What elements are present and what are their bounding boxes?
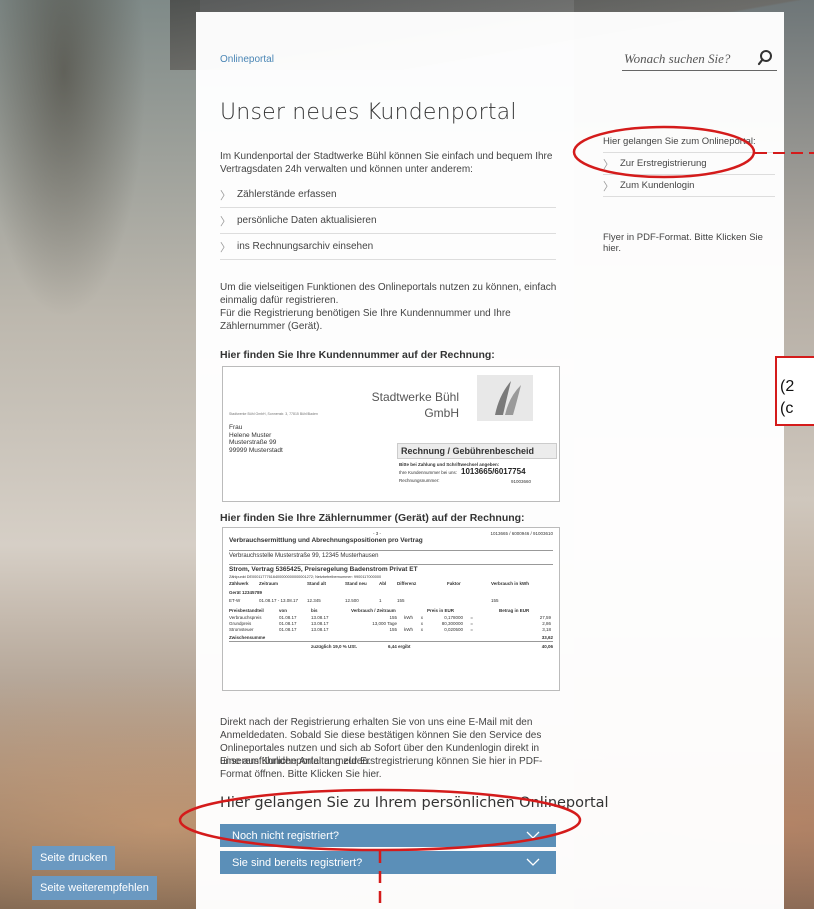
invoice-sample-meter-number: - 3 - 1013665 / 6000946 / 91003610 Verbr… bbox=[222, 527, 560, 691]
search-icon[interactable] bbox=[757, 49, 775, 67]
search-input[interactable] bbox=[624, 50, 748, 68]
recommend-page-button[interactable]: Seite weiterempfehlen bbox=[32, 876, 157, 900]
link-customer-login[interactable]: 〉 Zum Kundenlogin bbox=[603, 175, 775, 197]
accordion-not-registered[interactable]: Noch nicht registriert? bbox=[220, 824, 556, 847]
registration-text: Um die vielseitigen Funktionen des Onlin… bbox=[220, 282, 557, 332]
intro-text: Im Kundenportal der Stadtwerke Bühl könn… bbox=[220, 151, 553, 175]
flyer-link[interactable]: Flyer in PDF-Format. Bitte Klicken Sie h… bbox=[603, 232, 775, 254]
list-item: 〉 ins Rechnungsarchiv einsehen bbox=[220, 234, 556, 260]
search-box bbox=[622, 48, 777, 71]
print-page-button[interactable]: Seite drucken bbox=[32, 846, 116, 870]
portal-heading: Hier gelangen Sie zu Ihrem persönlichen … bbox=[220, 795, 609, 811]
chevron-right-icon: 〉 bbox=[220, 215, 231, 228]
chevron-right-icon: 〉 bbox=[220, 189, 231, 202]
chevron-down-icon bbox=[526, 831, 540, 839]
page-title: Unser neues Kundenportal bbox=[220, 100, 517, 125]
feature-list: 〉 Zählerstände erfassen 〉 persönliche Date… bbox=[220, 182, 556, 260]
chevron-right-icon: 〉 bbox=[603, 180, 614, 193]
breadcrumb[interactable]: Onlineportal bbox=[220, 54, 274, 65]
chevron-down-icon bbox=[526, 858, 540, 866]
customer-number-heading: Hier finden Sie Ihre Kundennummer auf de… bbox=[220, 349, 495, 361]
company-logo bbox=[477, 375, 533, 421]
sidebar-portal-links: Hier gelangen Sie zum Onlineportal: 〉 Zur… bbox=[603, 131, 775, 197]
chevron-right-icon: 〉 bbox=[603, 158, 614, 171]
annotation-callout: (2 (c bbox=[775, 356, 814, 426]
invoice-sample-customer-number: Stadtwerke Bühl GmbH Stadtwerke Bühl GmbH… bbox=[222, 366, 560, 502]
chevron-right-icon: 〉 bbox=[220, 241, 231, 254]
pdf-guide-link[interactable]: Eine ausführliche Anleitung zur Erstregi… bbox=[220, 755, 565, 781]
accordion-registered[interactable]: Sie sind bereits registriert? bbox=[220, 851, 556, 874]
list-item: 〉 Zählerstände erfassen bbox=[220, 182, 556, 208]
list-item: 〉 persönliche Daten aktualisieren bbox=[220, 208, 556, 234]
sidebar-intro: Hier gelangen Sie zum Onlineportal: bbox=[603, 131, 775, 153]
link-first-registration[interactable]: 〉 Zur Erstregistrierung bbox=[603, 153, 775, 175]
meter-number-heading: Hier finden Sie Ihre Zählernummer (Gerät… bbox=[220, 512, 525, 524]
